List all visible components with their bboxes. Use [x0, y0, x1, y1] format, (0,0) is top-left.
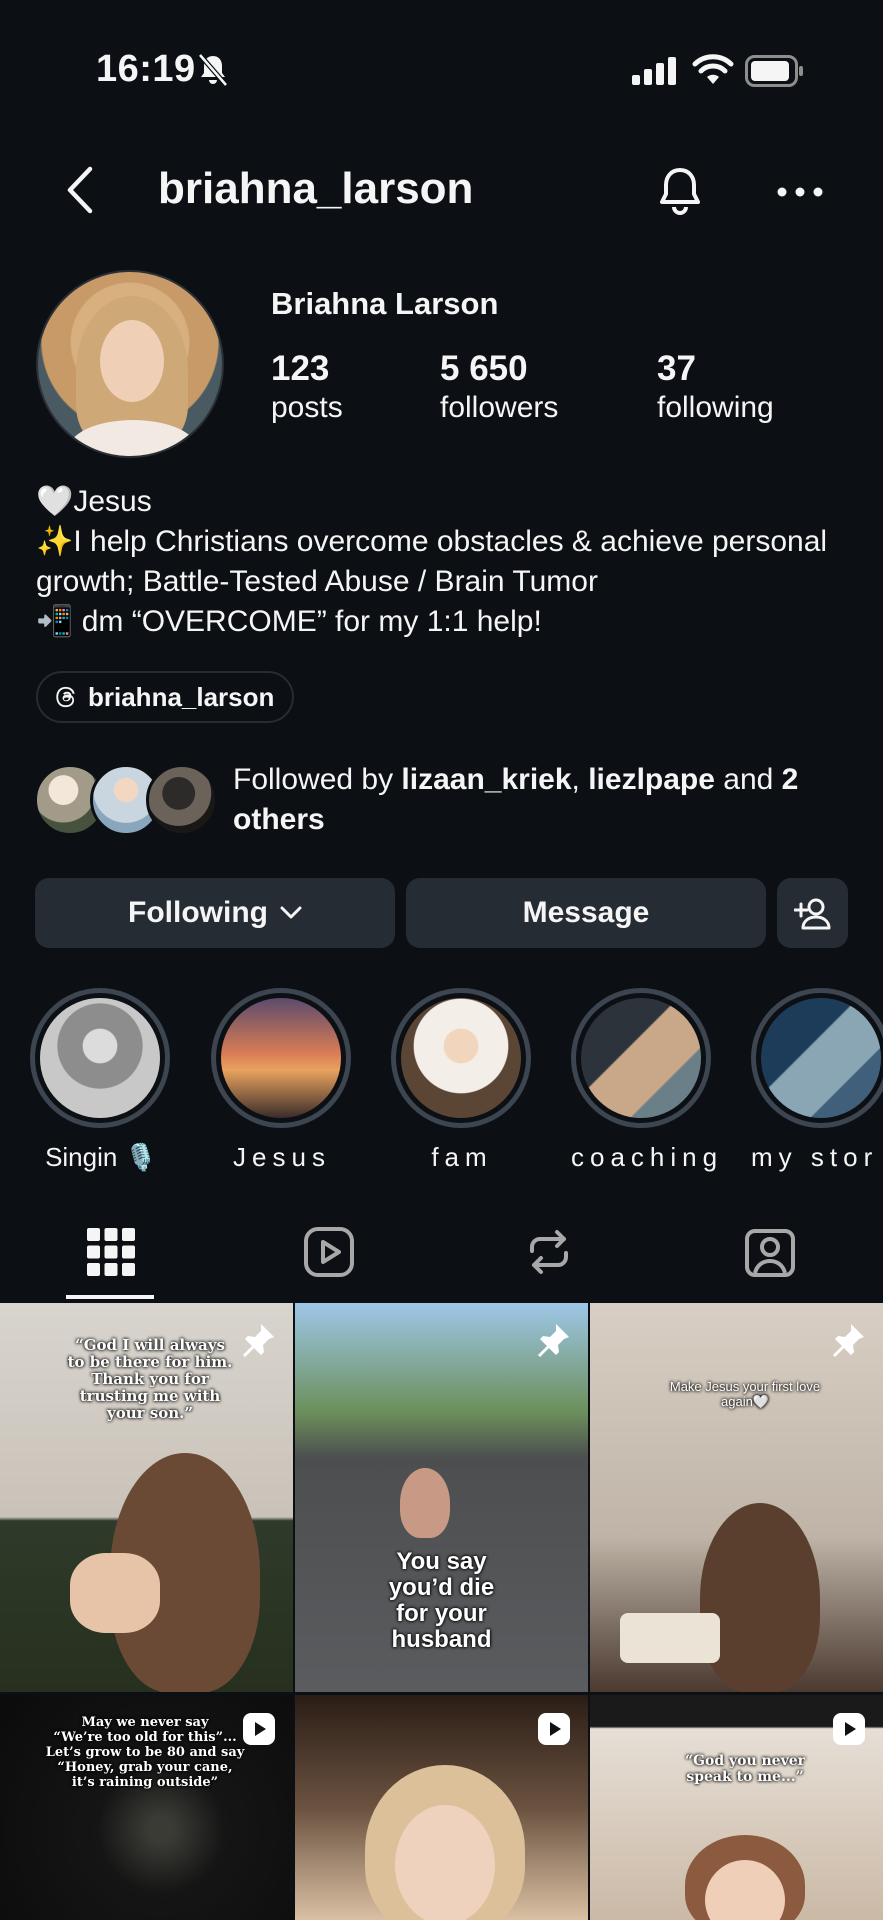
- following-button-label: Following: [128, 896, 268, 929]
- tagged-icon[interactable]: [743, 1225, 797, 1279]
- profile-avatar[interactable]: [36, 270, 224, 458]
- reposts-icon[interactable]: [522, 1225, 576, 1279]
- followed-by-separator: ,: [571, 763, 589, 796]
- threads-icon: [56, 686, 75, 708]
- followed-by-and: and: [714, 763, 782, 796]
- post-caption: You say you’d die for your husband: [388, 1548, 495, 1653]
- grid-icon[interactable]: [84, 1225, 138, 1279]
- highlight-label: Singin 🎙️: [45, 1142, 157, 1172]
- mutual-user-2: liezlpape: [588, 763, 715, 796]
- post-caption: “God you never speak to me...”: [684, 1753, 806, 1785]
- highlight-singin[interactable]: Singin 🎙️: [30, 988, 172, 1173]
- profile-full-name: Briahna Larson: [271, 286, 499, 321]
- highlight-label: Jesus: [233, 1142, 331, 1172]
- reel-icon: [538, 1713, 570, 1745]
- followed-by-prefix: Followed by: [233, 763, 402, 796]
- reels-icon[interactable]: [302, 1225, 356, 1279]
- following-label: following: [657, 391, 774, 424]
- add-user-icon: [793, 898, 830, 930]
- post-tile[interactable]: “God I will always to be there for him. …: [0, 1303, 293, 1692]
- back-arrow-icon[interactable]: [64, 165, 96, 215]
- mutual-user-1: lizaan_kriek: [401, 763, 572, 796]
- threads-handle: briahna_larson: [88, 681, 275, 712]
- post-caption: “God I will always to be there for him. …: [67, 1336, 233, 1422]
- following-value: 37: [657, 349, 696, 388]
- post-tile[interactable]: You say you’d die for your husband: [295, 1303, 588, 1692]
- highlight-fam[interactable]: fam: [391, 988, 533, 1173]
- post-caption: May we never say “We’re too old for this…: [45, 1715, 245, 1790]
- chevron-down-icon: [280, 906, 302, 919]
- followers-count[interactable]: 5 650 followers: [440, 348, 558, 426]
- profile-bio: 🤍Jesus ✨I help Christians overcome obsta…: [36, 485, 828, 638]
- status-time: 16:19: [96, 48, 196, 90]
- followed-by-text[interactable]: Followed by lizaan_kriek, liezlpape and …: [233, 760, 853, 840]
- highlight-jesus[interactable]: Jesus: [211, 988, 353, 1173]
- highlight-label: my stor: [751, 1142, 879, 1172]
- following-button[interactable]: Following: [35, 878, 395, 948]
- highlight-cover: [221, 998, 341, 1118]
- highlight-coaching[interactable]: coaching: [571, 988, 724, 1173]
- suggest-users-button[interactable]: [777, 878, 848, 948]
- highlight-label: fam: [431, 1142, 493, 1172]
- mutual-followers-avatars[interactable]: [34, 764, 218, 838]
- highlight-cover: [581, 998, 701, 1118]
- pin-icon: [538, 1324, 569, 1357]
- followers-label: followers: [440, 391, 559, 424]
- highlight-cover: [40, 998, 160, 1118]
- posts-label: posts: [271, 391, 343, 424]
- mutual-avatar: [146, 764, 218, 836]
- wifi-icon: [692, 54, 734, 84]
- posts-value: 123: [271, 349, 330, 388]
- bell-muted-icon: [198, 53, 228, 87]
- battery-icon: [745, 55, 803, 87]
- followers-value: 5 650: [440, 349, 528, 388]
- more-options-icon[interactable]: [775, 185, 825, 199]
- post-caption: Make Jesus your first love again🤍: [669, 1379, 821, 1409]
- message-button[interactable]: Message: [406, 878, 766, 948]
- posts-count[interactable]: 123 posts: [271, 348, 343, 426]
- post-tile[interactable]: Make Jesus your first love again🤍: [590, 1303, 883, 1692]
- message-button-label: Message: [522, 896, 650, 929]
- pin-icon: [243, 1324, 274, 1357]
- cellular-signal-icon: [632, 57, 676, 85]
- active-tab-indicator: [66, 1295, 154, 1299]
- highlight-cover: [761, 998, 881, 1118]
- pin-icon: [833, 1324, 864, 1357]
- notification-bell-icon[interactable]: [656, 165, 704, 217]
- highlight-label: coaching: [571, 1142, 724, 1172]
- reel-icon: [833, 1713, 865, 1745]
- highlight-cover: [401, 998, 521, 1118]
- profile-username-title: briahna_larson: [158, 164, 474, 213]
- reel-icon: [243, 1713, 275, 1745]
- reel-tile[interactable]: “God you never speak to me...”: [590, 1695, 883, 1920]
- highlight-my-story[interactable]: my stor: [751, 988, 883, 1173]
- following-count[interactable]: 37 following: [657, 348, 774, 426]
- threads-link[interactable]: briahna_larson: [36, 671, 295, 723]
- reel-tile[interactable]: May we never say “We’re too old for this…: [0, 1695, 293, 1920]
- reel-tile[interactable]: [295, 1695, 588, 1920]
